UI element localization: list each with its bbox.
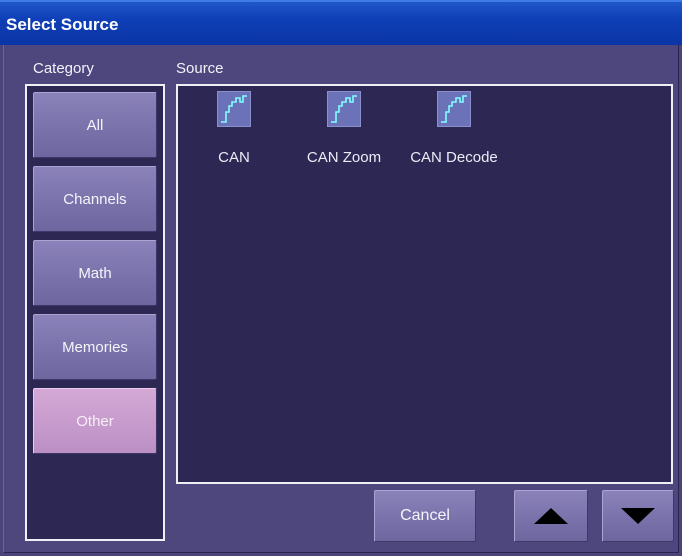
category-channels-button[interactable]: Channels — [33, 166, 157, 232]
scroll-down-button[interactable] — [602, 490, 674, 542]
scroll-up-button[interactable] — [514, 490, 588, 542]
source-item-can-decode[interactable]: CAN Decode — [399, 89, 509, 169]
cancel-button[interactable]: Cancel — [374, 490, 476, 542]
source-label-can-zoom: CAN Zoom — [306, 149, 382, 166]
up-arrow-icon — [534, 508, 568, 524]
window-title: Select Source — [6, 15, 119, 34]
waveform-icon — [327, 91, 361, 127]
source-item-can[interactable]: CAN — [179, 89, 289, 169]
category-math-button[interactable]: Math — [33, 240, 157, 306]
waveform-icon — [437, 91, 471, 127]
source-label-can: CAN — [218, 149, 250, 166]
title-bar: Select Source — [0, 0, 682, 45]
waveform-icon — [217, 91, 251, 127]
source-list: CAN CAN Zoom CAN Decode — [176, 84, 673, 484]
category-list: All Channels Math Memories Other — [25, 84, 165, 541]
source-header: Source — [176, 60, 224, 77]
category-other-button[interactable]: Other — [33, 388, 157, 454]
category-all-button[interactable]: All — [33, 92, 157, 158]
down-arrow-icon — [621, 508, 655, 524]
category-memories-button[interactable]: Memories — [33, 314, 157, 380]
category-header: Category — [33, 60, 94, 77]
source-label-can-decode: CAN Decode — [410, 149, 498, 166]
source-item-can-zoom[interactable]: CAN Zoom — [289, 89, 399, 169]
